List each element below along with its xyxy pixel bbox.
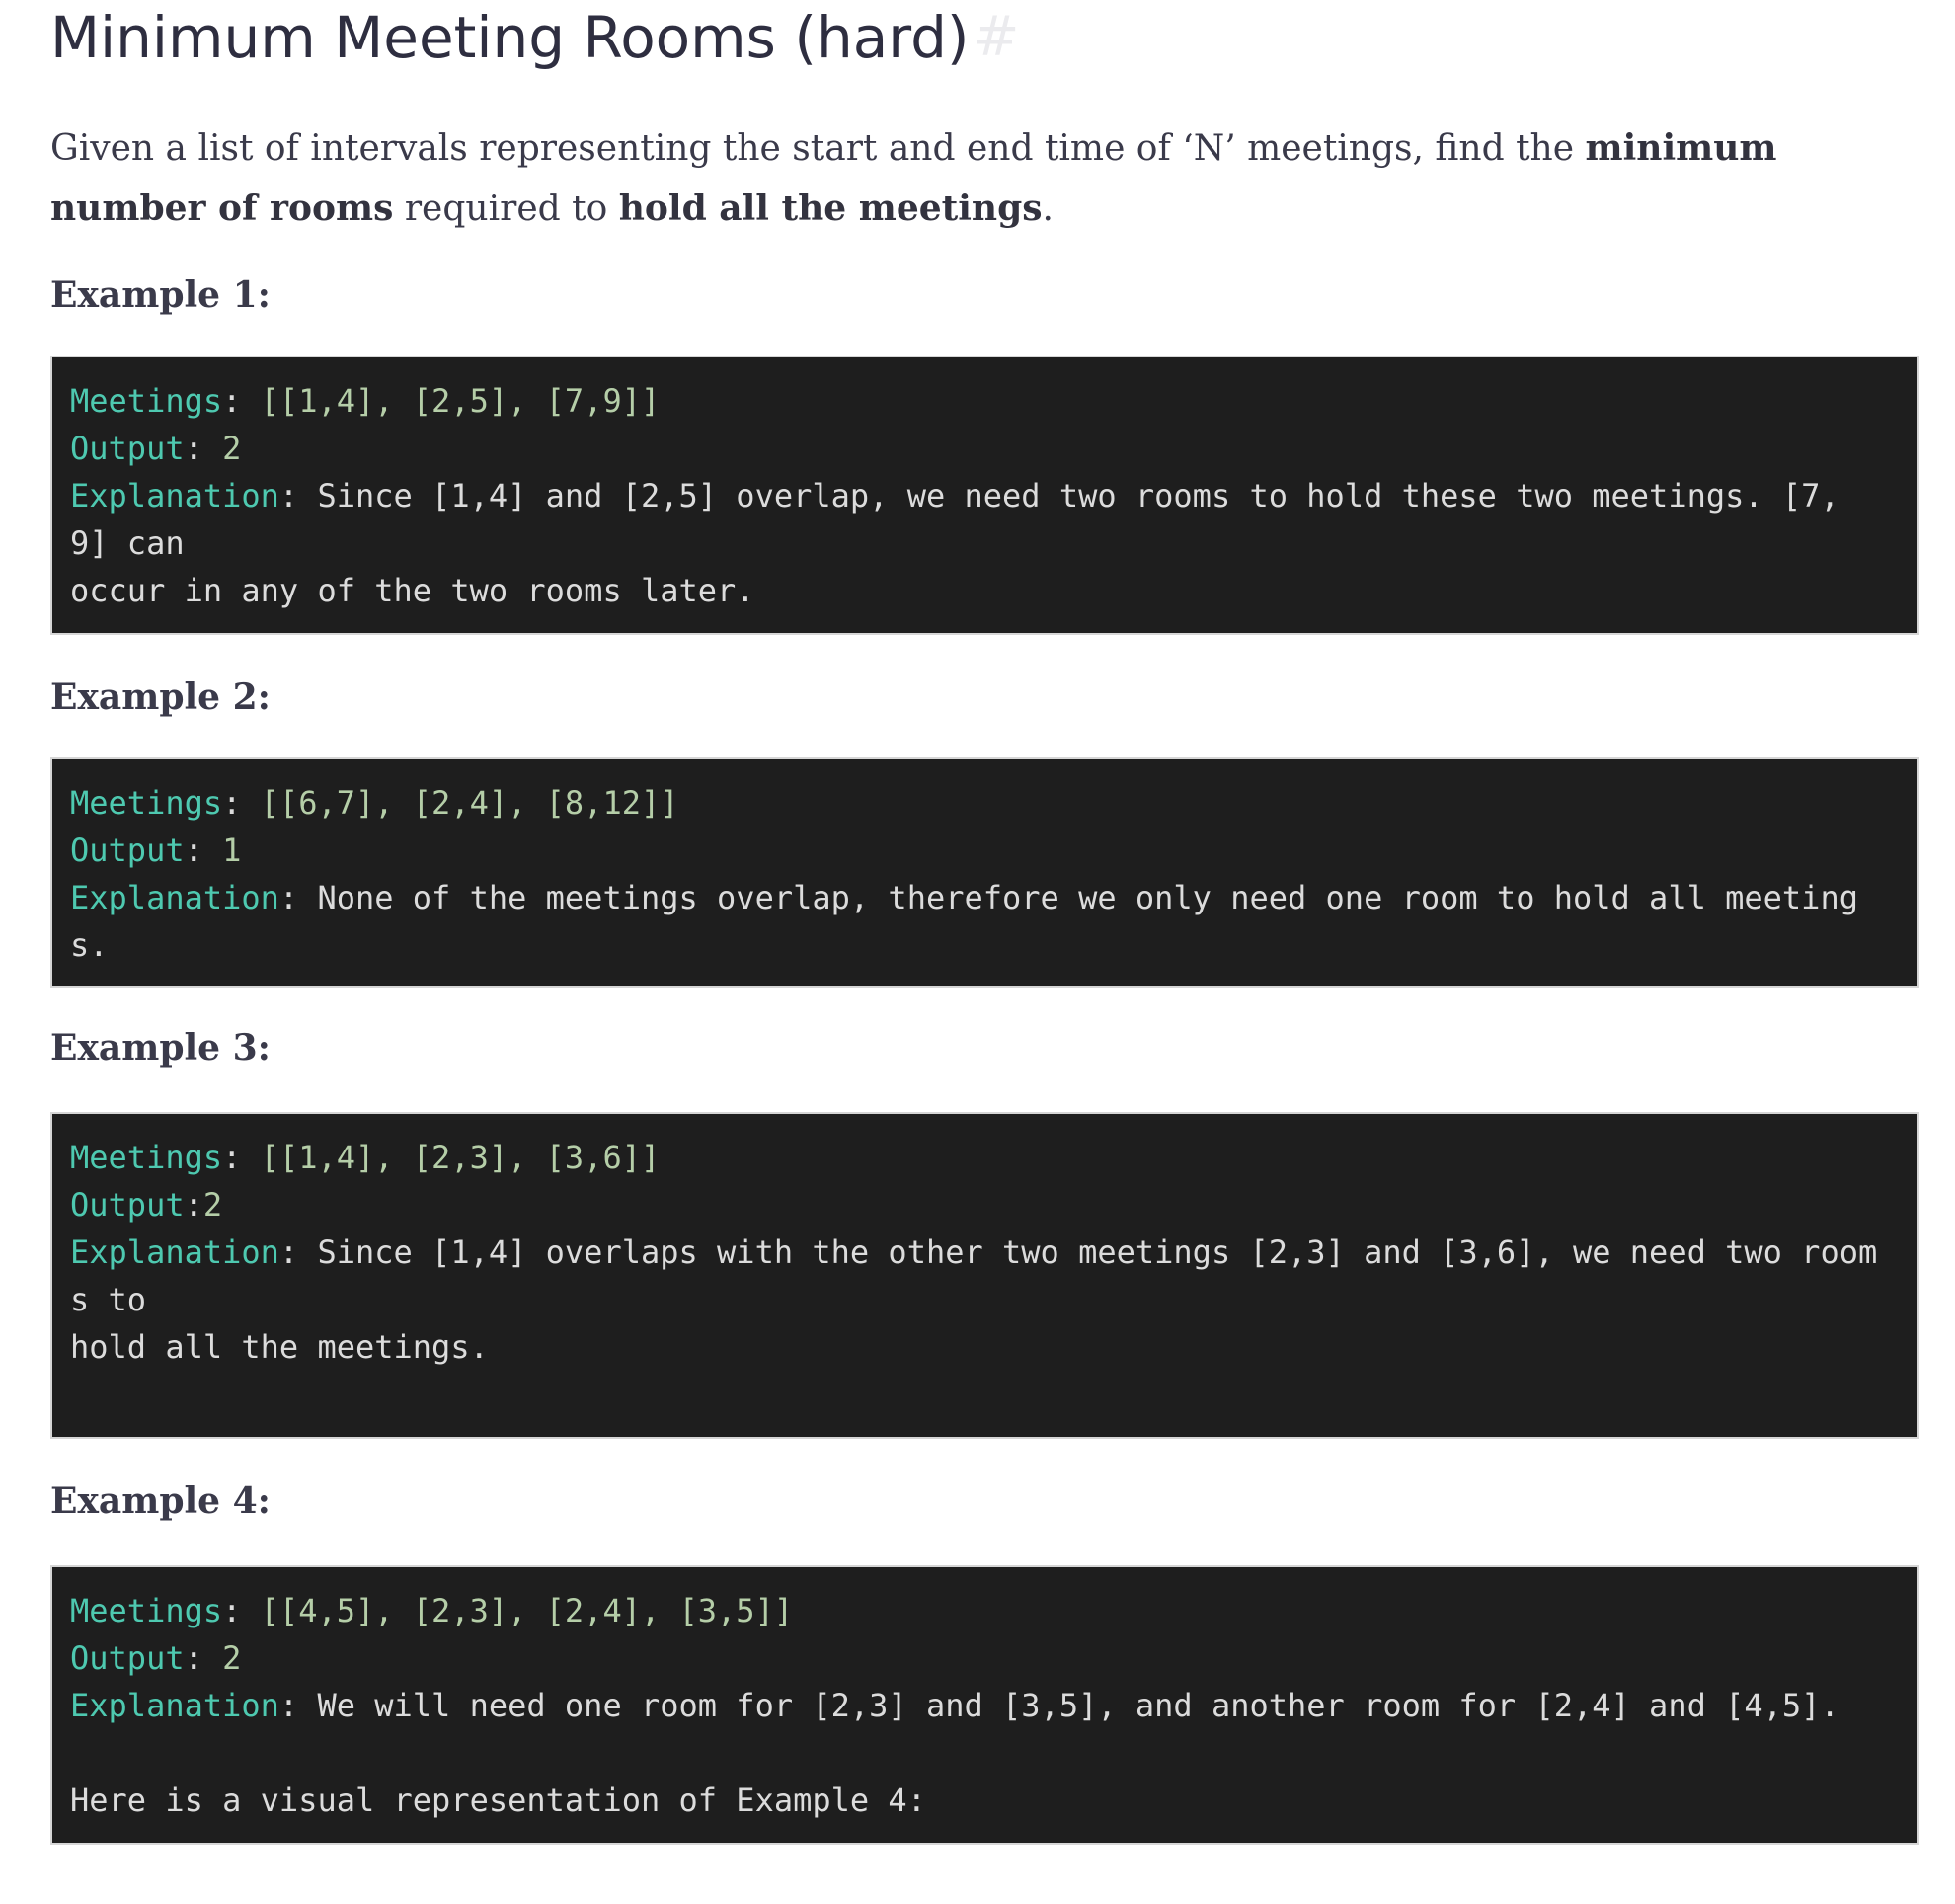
meetings-label: Meetings [70, 784, 223, 822]
example-3-heading: Example 3: [50, 1027, 271, 1069]
explanation-line: s. [70, 926, 109, 964]
example-1-code-block: Meetings: [[1,4], [2,5], [7,9]] Output: … [50, 356, 1919, 635]
output-value: 2 [222, 1639, 242, 1677]
example-2-code-block: Meetings: [[6,7], [2,4], [8,12]] Output:… [50, 757, 1919, 988]
intro-text-3: . [1042, 189, 1054, 229]
explanation-line: We will need one room for [2,3] and [3,5… [317, 1687, 1839, 1724]
heading-anchor-link[interactable]: # [974, 2, 1020, 73]
intro-bold-2: hold all the meetings [618, 188, 1043, 229]
visual-representation-note: Here is a visual representation of Examp… [70, 1782, 926, 1819]
output-value: 2 [202, 1186, 223, 1224]
example-4-code-block: Meetings: [[4,5], [2,3], [2,4], [3,5]] O… [50, 1565, 1919, 1845]
output-value: 2 [222, 430, 242, 467]
example-1-heading: Example 1: [50, 275, 271, 316]
output-label: Output [70, 430, 185, 467]
explanation-line: Since [1,4] overlaps with the other two … [317, 1233, 1878, 1271]
title-row: Minimum Meeting Rooms (hard) # [50, 0, 1921, 77]
output-label: Output [70, 832, 185, 869]
intro-text-2: required to [393, 189, 619, 229]
explanation-label: Explanation [70, 1233, 279, 1271]
explanation-label: Explanation [70, 879, 279, 916]
output-value: 1 [222, 832, 242, 869]
problem-statement: Given a list of intervals representing t… [50, 119, 1907, 239]
explanation-line: None of the meetings overlap, therefore … [317, 879, 1858, 916]
example-2-heading: Example 2: [50, 676, 271, 718]
intro-text-1: Given a list of intervals representing t… [50, 128, 1586, 169]
meetings-value: [[1,4], [2,5], [7,9]] [260, 382, 661, 420]
explanation-line: hold all the meetings. [70, 1328, 489, 1366]
page-title: Minimum Meeting Rooms (hard) [50, 4, 970, 71]
meetings-value: [[6,7], [2,4], [8,12]] [260, 784, 679, 822]
explanation-line: s to [70, 1281, 147, 1318]
explanation-label: Explanation [70, 477, 279, 515]
explanation-line: Since [1,4] and [2,5] overlap, we need t… [317, 477, 1839, 515]
meetings-value: [[1,4], [2,3], [3,6]] [260, 1139, 661, 1176]
example-3-code-block: Meetings: [[1,4], [2,3], [3,6]] Output:2… [50, 1112, 1919, 1439]
example-4-heading: Example 4: [50, 1480, 271, 1522]
output-label: Output [70, 1639, 185, 1677]
explanation-label: Explanation [70, 1687, 279, 1724]
output-label: Output [70, 1186, 185, 1224]
meetings-value: [[4,5], [2,3], [2,4], [3,5]] [260, 1592, 794, 1629]
article: Minimum Meeting Rooms (hard) # Given a l… [50, 0, 1921, 1845]
meetings-label: Meetings [70, 1592, 223, 1629]
meetings-label: Meetings [70, 382, 223, 420]
explanation-line: 9] can [70, 524, 185, 562]
explanation-line: occur in any of the two rooms later. [70, 572, 755, 609]
meetings-label: Meetings [70, 1139, 223, 1176]
